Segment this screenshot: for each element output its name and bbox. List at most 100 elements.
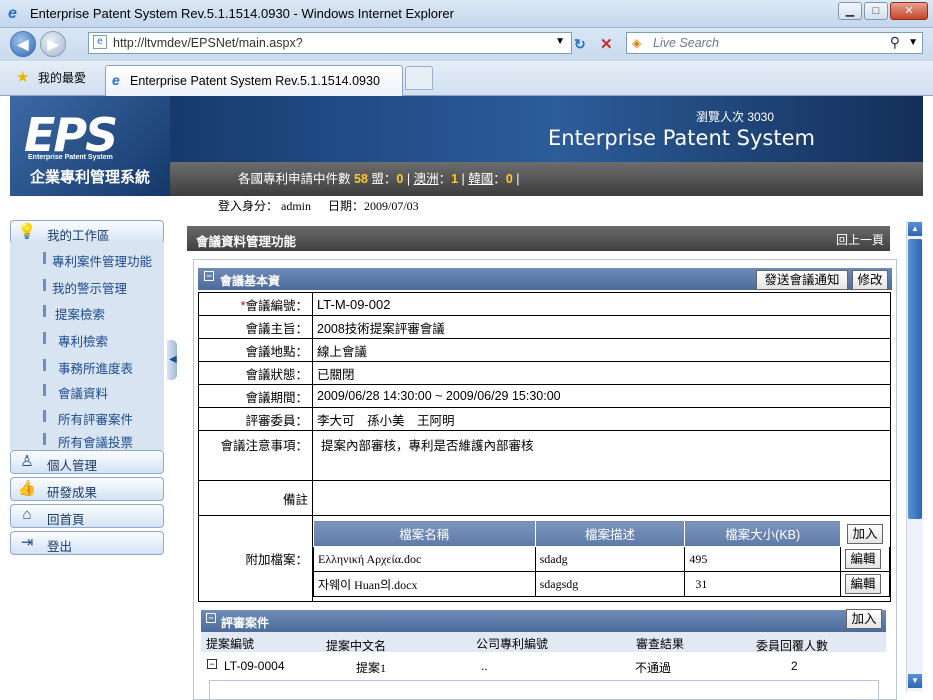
meeting-section-title: 會議基本資 xyxy=(220,274,281,288)
search-dropdown-icon[interactable]: ▼ xyxy=(908,37,918,48)
back-link[interactable]: 回上一頁 xyxy=(836,231,884,248)
menu-personal[interactable]: ♙ 個人管理 xyxy=(10,450,164,474)
edit-file-button[interactable]: 編輯 xyxy=(845,549,881,569)
info-row: 評審委員： 李大可 孫小美 王阿明 xyxy=(198,407,891,431)
page-icon: e xyxy=(93,35,107,49)
stats-kr-count: 0 xyxy=(505,172,513,186)
proposal-no[interactable]: LT-09-0004 xyxy=(224,659,285,673)
review-detail-panel xyxy=(209,680,879,700)
stats-au-link[interactable]: 澳洲 xyxy=(414,172,439,186)
scroll-up-icon[interactable]: ▲ xyxy=(908,222,922,236)
forward-button[interactable]: ▶ xyxy=(40,31,66,57)
page-title: 會議資料管理功能 xyxy=(196,235,297,249)
thumbs-up-icon: 👍 xyxy=(17,480,37,497)
file-name[interactable]: Ελληνική Αρχεία.doc xyxy=(313,546,536,572)
edit-meeting-button[interactable]: 修改 xyxy=(852,270,888,290)
bullet-bar xyxy=(43,433,46,445)
info-row: 備註 xyxy=(198,480,891,516)
tab-title: Enterprise Patent System Rev.5.1.1514.09… xyxy=(130,74,380,88)
col-company-patent-no: 公司專利編號 xyxy=(476,637,549,651)
menu-home[interactable]: ⌂ 回首頁 xyxy=(10,504,164,528)
meeting-subject: 2008技術提案評審會議 xyxy=(312,315,891,339)
file-desc: sdagsdg xyxy=(534,571,686,597)
sidebar-item-alerts[interactable]: 我的警示管理 xyxy=(52,278,127,297)
maximize-button[interactable]: □ xyxy=(864,2,888,20)
sidebar-item-firm-progress[interactable]: 事務所進度表 xyxy=(58,358,133,377)
sidebar-item-patent-cases[interactable]: 專利案件管理功能 xyxy=(52,251,152,270)
sidebar-item-patent-search[interactable]: 專利檢索 xyxy=(58,331,108,350)
review-row[interactable]: − LT-09-0004 提案1 .. 不通過 2 xyxy=(201,656,886,676)
stats-au-count: 1 xyxy=(451,172,459,186)
sidebar-collapse-handle[interactable]: ◀ xyxy=(167,340,177,380)
sidebar-item-meetings[interactable]: 會議資料 xyxy=(58,383,108,402)
file-size: 495 xyxy=(684,546,841,572)
col-file-desc: 檔案描述 xyxy=(534,520,686,547)
menu-logout-label: 登出 xyxy=(47,540,73,554)
add-file-button[interactable]: 加入 xyxy=(847,523,883,544)
login-info: 登入身分： admin 日期：2009/07/03 xyxy=(218,197,419,214)
col-reply-count: 委員回覆人數 xyxy=(756,639,829,653)
favorites-label[interactable]: 我的最愛 xyxy=(38,69,86,86)
file-row: 자웨이 Huan의.docx sdagsdg 31 編輯 xyxy=(313,571,890,597)
tab-ie-icon: e xyxy=(112,72,120,88)
file-size: 31 xyxy=(684,571,841,597)
home-icon: ⌂ xyxy=(22,506,32,523)
meeting-location: 線上會議 xyxy=(312,338,891,362)
search-field[interactable]: ◈ Live Search ⚲ ▼ xyxy=(626,32,923,54)
sidebar-item-proposal-search[interactable]: 提案檢索 xyxy=(55,304,105,323)
menu-my-workspace[interactable]: 💡 我的工作區 xyxy=(10,220,164,244)
col-proposal-no: 提案編號 xyxy=(206,637,255,651)
minimize-button[interactable]: ▁ xyxy=(838,2,862,20)
sidebar-item-all-votes[interactable]: 所有會議投票 xyxy=(58,432,133,451)
scroll-down-icon[interactable]: ▼ xyxy=(908,674,922,688)
scroll-thumb[interactable] xyxy=(908,239,922,519)
close-button[interactable]: ✕ xyxy=(890,2,928,20)
info-row: 會議主旨： 2008技術提案評審會議 xyxy=(198,315,891,339)
meeting-period: 2009/06/28 14:30:00 ~ 2009/06/29 15:30:0… xyxy=(312,384,891,408)
collapse-icon[interactable]: − xyxy=(206,613,216,623)
expand-icon[interactable]: − xyxy=(207,659,217,669)
stats-kr-link[interactable]: 韓國 xyxy=(468,172,493,186)
info-label: 會議編號 xyxy=(245,298,296,313)
attach-label: 附加檔案： xyxy=(198,515,313,602)
col-review-result: 審查結果 xyxy=(636,637,685,651)
page-header: 會議資料管理功能 回上一頁 xyxy=(187,226,890,251)
ie-icon: e xyxy=(8,5,17,22)
address-field[interactable]: e http://ltvmdev/EPSNet/main.aspx? ▼ xyxy=(88,32,572,54)
vertical-scrollbar[interactable]: ▲ ▼ xyxy=(906,221,923,691)
address-dropdown-icon[interactable]: ▼ xyxy=(555,36,565,47)
meeting-remark xyxy=(312,480,891,516)
menu-logout[interactable]: ⇥ 登出 xyxy=(10,531,164,555)
search-icon[interactable]: ⚲ xyxy=(890,34,900,51)
menu-rd-results[interactable]: 👍 研發成果 xyxy=(10,477,164,501)
collapse-icon[interactable]: − xyxy=(204,271,214,281)
favorites-star-icon[interactable]: ★ xyxy=(16,68,29,86)
tab-bar: ★ 我的最愛 e Enterprise Patent System Rev.5.… xyxy=(0,61,933,96)
col-file-size: 檔案大小(KB) xyxy=(684,520,841,547)
refresh-icon[interactable]: ↻ xyxy=(574,36,586,53)
new-tab-button[interactable] xyxy=(405,66,433,90)
info-label: 會議期間 xyxy=(245,390,296,405)
window-title: Enterprise Patent System Rev.5.1.1514.09… xyxy=(30,6,454,21)
bullet-bar xyxy=(43,305,46,317)
login-user: 登入身分： admin xyxy=(218,199,311,213)
tab-active[interactable]: e Enterprise Patent System Rev.5.1.1514.… xyxy=(105,65,403,96)
send-notice-button[interactable]: 發送會議通知 xyxy=(756,270,848,290)
file-name[interactable]: 자웨이 Huan의.docx xyxy=(313,571,536,597)
meeting-info-table: *會議編號： LT-M-09-002 會議主旨： 2008技術提案評審會議 會議地點… xyxy=(198,292,891,602)
person-icon: ♙ xyxy=(20,453,34,470)
patent-stats: 各國專利申請中件數 58 盟：0 | 澳洲：1 | 韓國：0 | xyxy=(238,172,520,186)
menu-personal-label: 個人管理 xyxy=(47,459,98,473)
meeting-number: LT-M-09-002 xyxy=(312,292,891,316)
attachments-table: 檔案名稱 檔案描述 檔案大小(KB) 加入 Ελληνική Αρχεία.do… xyxy=(313,520,890,597)
stop-icon[interactable]: ✕ xyxy=(600,35,613,53)
back-button[interactable]: ◀ xyxy=(10,31,36,57)
sidebar-item-all-reviews[interactable]: 所有評審案件 xyxy=(58,409,133,428)
bullet-bar xyxy=(43,279,46,291)
proposal-name: 提案1 xyxy=(356,661,387,675)
info-row: 會議注意事項： 提案內部審核，專利是否維護內部審核 xyxy=(198,430,891,481)
stats-jp-label[interactable]: 盟： xyxy=(371,172,396,186)
add-review-button[interactable]: 加入 xyxy=(846,609,882,629)
edit-file-button[interactable]: 編輯 xyxy=(845,574,881,594)
meeting-reviewers: 李大可 孫小美 王阿明 xyxy=(312,407,891,431)
